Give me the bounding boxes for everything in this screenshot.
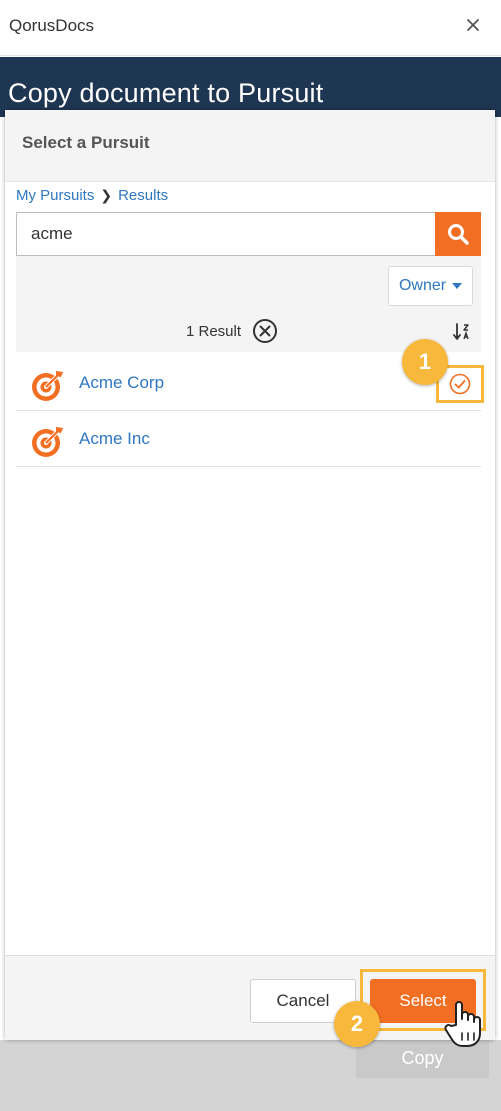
- owner-filter-label: Owner: [398, 277, 447, 294]
- window-titlebar: QorusDocs: [0, 0, 501, 56]
- dialog-title: Select a Pursuit: [22, 133, 150, 152]
- hand-pointer-icon: [444, 1001, 481, 1047]
- step-1-badge: 1: [402, 339, 448, 385]
- page-title: Copy document to Pursuit: [8, 78, 324, 108]
- search-box: [16, 212, 481, 256]
- breadcrumb: My Pursuits ❯ Results: [16, 187, 168, 204]
- search-input[interactable]: [17, 213, 434, 255]
- sort-icon[interactable]: [453, 322, 471, 342]
- search-icon: [448, 224, 469, 245]
- filter-bar: Owner 1 Result: [16, 256, 481, 352]
- search-button[interactable]: [435, 212, 481, 256]
- clear-results-icon[interactable]: [252, 318, 278, 344]
- result-count: 1 Result: [186, 323, 242, 340]
- breadcrumb-results[interactable]: Results: [118, 187, 168, 204]
- breadcrumb-my-pursuits[interactable]: My Pursuits: [16, 187, 94, 204]
- app-title: QorusDocs: [9, 16, 95, 35]
- dialog-footer: Cancel Select: [5, 955, 495, 1040]
- chevron-down-icon: [452, 283, 463, 289]
- pursuit-name: Acme Corp: [79, 373, 165, 392]
- owner-filter-dropdown[interactable]: Owner: [388, 266, 473, 306]
- dialog-header: Select a Pursuit: [5, 110, 495, 182]
- target-icon: [32, 427, 63, 457]
- list-item[interactable]: Acme Inc: [16, 411, 481, 467]
- breadcrumb-separator-icon: ❯: [100, 187, 113, 203]
- check-circle-icon: [449, 373, 471, 395]
- close-icon[interactable]: [465, 17, 481, 33]
- page-header: Copy document to Pursuit: [0, 57, 501, 117]
- select-pursuit-dialog: Select a Pursuit My Pursuits ❯ Results O…: [5, 110, 495, 1040]
- target-icon: [32, 371, 63, 401]
- step-2-badge: 2: [334, 1001, 380, 1047]
- pursuit-name: Acme Inc: [79, 429, 150, 448]
